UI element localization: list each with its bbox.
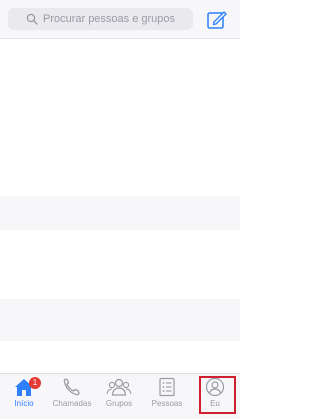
tab-label: Grupos [105, 399, 133, 408]
top-bar: Procurar pessoas e grupos [0, 0, 240, 39]
notification-badge: 1 [29, 377, 41, 389]
search-bar[interactable]: Procurar pessoas e grupos [8, 8, 193, 30]
search-placeholder: Procurar pessoas e grupos [42, 13, 176, 25]
phone-icon [63, 378, 80, 396]
tab-label: Chamadas [52, 399, 92, 408]
tab-label: Início [14, 399, 34, 408]
empty-row-separator [0, 196, 240, 230]
compose-icon [207, 11, 227, 29]
messenger-screen: Procurar pessoas e grupos 1 Início Chama… [0, 0, 240, 419]
tab-highlight-box [199, 376, 236, 414]
tab-chamadas[interactable]: Chamadas [50, 377, 94, 417]
search-icon [26, 13, 38, 25]
contacts-icon [159, 377, 175, 397]
compose-button[interactable] [206, 9, 228, 31]
tab-grupos[interactable]: Grupos [97, 377, 141, 417]
tab-label: Pessoas [151, 399, 183, 408]
groups-icon [106, 378, 132, 396]
empty-row-separator [0, 299, 240, 341]
tab-inicio[interactable]: 1 Início [2, 377, 46, 417]
tab-pessoas[interactable]: Pessoas [145, 377, 189, 417]
